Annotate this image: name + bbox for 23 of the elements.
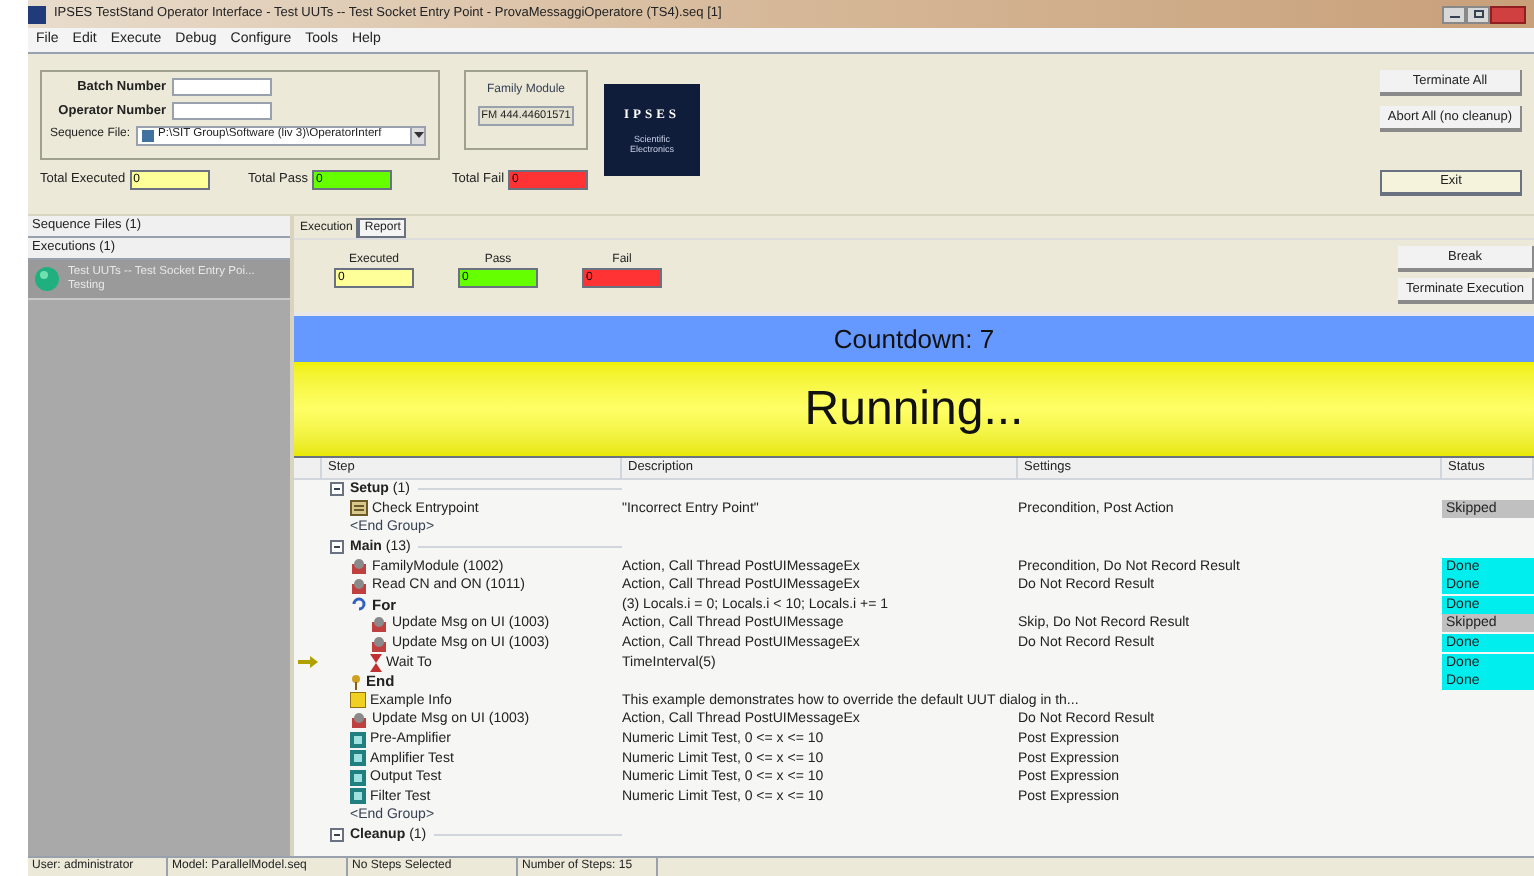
expand-toggle[interactable] — [330, 482, 344, 497]
status-ball-icon — [34, 266, 60, 292]
app-icon — [28, 5, 46, 23]
operator-number-field[interactable] — [172, 102, 272, 121]
loop-icon — [350, 596, 368, 613]
gear-icon — [370, 615, 388, 632]
hourglass-icon — [370, 653, 382, 672]
countdown-bar: Countdown: 7 — [294, 312, 1534, 362]
dropdown-caret-icon — [413, 132, 424, 138]
gear-icon — [370, 635, 388, 652]
note-icon — [350, 692, 366, 709]
expand-toggle[interactable] — [330, 827, 344, 842]
gear-icon — [350, 711, 368, 728]
pin-icon — [350, 673, 362, 690]
batch-number-field[interactable] — [172, 78, 272, 97]
expand-toggle[interactable] — [330, 540, 344, 555]
checklist-icon — [350, 500, 368, 517]
minimize-button[interactable] — [1442, 5, 1466, 23]
status-banner: Running... — [294, 362, 1534, 458]
gear-icon — [350, 558, 368, 575]
maximize-button[interactable] — [1466, 5, 1490, 23]
gear-icon — [350, 577, 368, 594]
close-button[interactable] — [1490, 5, 1526, 23]
